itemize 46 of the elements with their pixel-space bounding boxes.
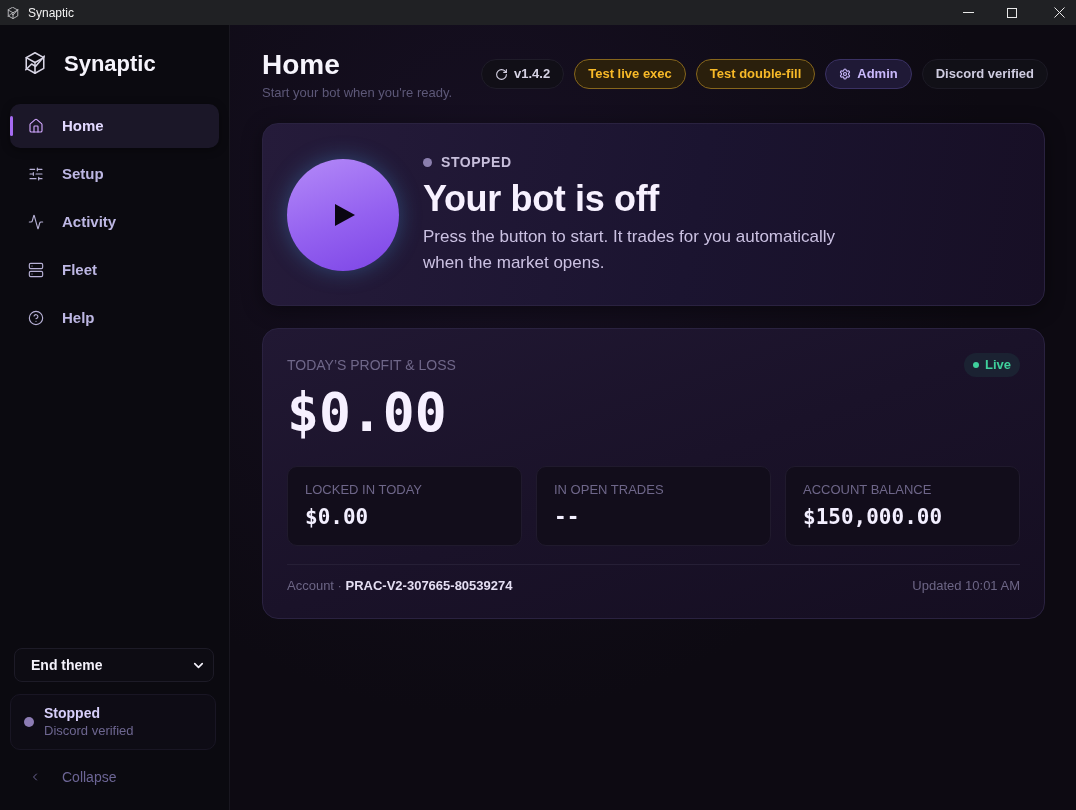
status-title: Stopped [44,704,100,722]
stat-value: $150,000.00 [803,504,943,530]
hero-title: Your bot is off [423,178,659,220]
updated-time: Updated 10:01 AM [912,577,1020,595]
home-icon [28,118,44,134]
close-icon [1053,7,1065,18]
test-button[interactable]: Test live exec [574,59,686,89]
app-logo-icon [7,6,19,19]
hero-description: Press the button to start. It trades for you automatically when the market opens. [423,226,836,274]
window-title: Synaptic [28,4,75,22]
stat-label: ACCOUNT BALANCE [803,482,932,498]
gear-icon [839,68,852,80]
pulse-line-icon [28,214,44,230]
maximize-icon [1007,7,1017,18]
page-subtitle: Start your bot when you're ready. [262,85,453,101]
nav-item[interactable]: Fleet [10,248,219,292]
play-icon [335,203,355,226]
nav-item[interactable]: Setup [10,152,219,196]
admin-button[interactable]: Admin [825,59,912,89]
nav-item[interactable]: Help [10,296,219,340]
play-button[interactable] [287,158,399,271]
collapse-button[interactable]: Collapse [10,765,123,789]
pnl-amount: $0.00 [287,383,447,443]
help-icon [28,310,44,326]
test-button[interactable]: Test double-fill [695,59,816,89]
stat-label: LOCKED IN TODAY [305,482,423,498]
server-icon [28,262,44,278]
stat-label: IN OPEN TRADES [554,482,664,498]
brand-name: Synaptic [64,49,156,78]
status-detail: Discord verified [44,722,134,740]
theme-select[interactable]: End theme [14,648,214,682]
nav-item[interactable]: Home [10,104,219,148]
account-line: Account · PRAC-V2-307665-80539274 [287,577,513,595]
stat-value: -- [554,504,580,530]
live-badge: Live [964,353,1020,377]
refresh-icon [495,67,509,81]
page-title: Home [262,49,340,81]
stat-value: $0.00 [305,504,369,530]
version-button[interactable]: v1.4.2 [481,59,565,89]
status-label: STOPPED [441,152,512,172]
nav-item[interactable]: Activity [10,200,219,244]
minimize-icon [962,12,974,13]
pnl-label: TODAY’S PROFIT & LOSS [287,355,456,375]
sliders-icon [28,166,44,182]
brand-logo-icon [24,52,46,74]
verified-pill: Discord verified [921,59,1048,89]
